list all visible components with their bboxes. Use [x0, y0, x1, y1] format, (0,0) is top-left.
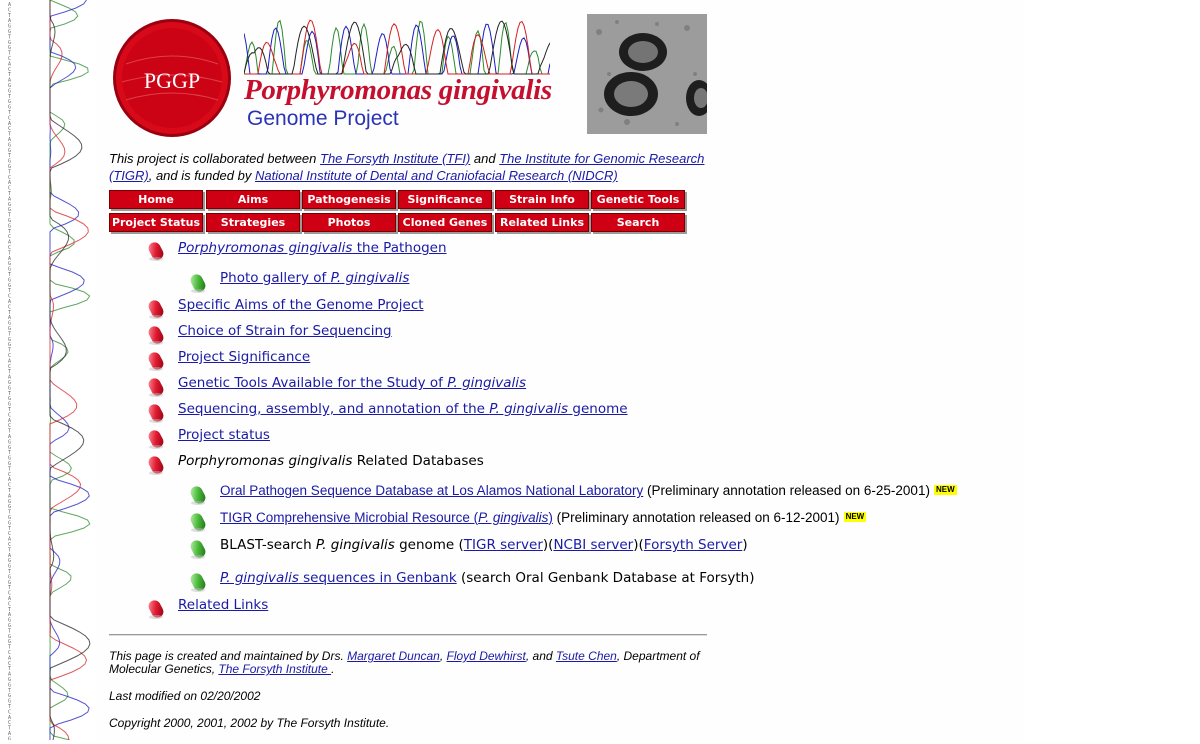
green-pill-bullet-icon	[189, 571, 207, 593]
list-item-significance: Project Significance	[178, 349, 310, 365]
new-badge: NEW	[843, 512, 867, 522]
blast-forsyth-server-link[interactable]: Forsyth Server	[644, 537, 743, 553]
pathogen-link[interactable]: Porphyromonas gingivalis the Pathogen	[178, 240, 447, 256]
maintainers-statement: This page is created and maintained by D…	[109, 649, 700, 676]
list-item-related-links: Related Links	[178, 597, 268, 613]
nav-strategies-button[interactable]: Strategies	[206, 213, 300, 232]
strip-wave	[49, 0, 91, 741]
list-item-aims: Specific Aims of the Genome Project	[178, 297, 424, 313]
red-pill-bullet-icon	[147, 298, 165, 320]
genbank-sequences-link[interactable]: P. gingivalis sequences in Genbank	[220, 570, 457, 586]
chromatogram-trace	[244, 19, 550, 75]
new-badge: NEW	[933, 485, 957, 495]
logo-text: PGGP	[144, 68, 200, 93]
green-pill-bullet-icon	[189, 272, 207, 294]
duncan-link[interactable]: Margaret Duncan	[347, 649, 440, 663]
nidcr-link[interactable]: National Institute of Dental and Craniof…	[255, 168, 618, 183]
list-item-related-databases: Porphyromonas gingivalis Related Databas…	[178, 453, 484, 469]
nav-cloned-genes-button[interactable]: Cloned Genes	[398, 213, 492, 232]
red-pill-bullet-icon	[147, 428, 165, 450]
footer-forsyth-link[interactable]: The Forsyth Institute	[218, 662, 331, 676]
red-pill-bullet-icon	[147, 324, 165, 346]
list-item-photo-gallery: Photo gallery of P. gingivalis	[220, 270, 409, 286]
list-item-sequencing: Sequencing, assembly, and annotation of …	[178, 401, 628, 417]
red-pill-bullet-icon	[147, 240, 165, 262]
chen-link[interactable]: Tsute Chen	[556, 649, 617, 663]
nav-genetic-tools-button[interactable]: Genetic Tools	[591, 190, 685, 209]
list-item-tigr-cmr: TIGR Comprehensive Microbial Resource (P…	[220, 510, 867, 525]
list-item-genetic-tools: Genetic Tools Available for the Study of…	[178, 375, 526, 391]
nav-strain-info-button[interactable]: Strain Info	[495, 190, 589, 209]
project-status-link[interactable]: Project status	[178, 427, 270, 443]
list-item-project-status: Project status	[178, 427, 270, 443]
photo-gallery-link[interactable]: Photo gallery of P. gingivalis	[220, 270, 409, 286]
nav-photos-button[interactable]: Photos	[302, 213, 396, 232]
collaboration-statement: This project is collaborated between The…	[109, 151, 705, 183]
list-item-genbank: P. gingivalis sequences in Genbank (sear…	[220, 570, 755, 586]
page-subtitle: Genome Project	[247, 107, 399, 130]
chromatogram-strip: ACTAGGTGGTCACTAGGTGGTCACTAGGTGGTCACTAGGT…	[0, 0, 96, 744]
red-pill-bullet-icon	[147, 402, 165, 424]
dewhirst-link[interactable]: Floyd Dewhirst	[447, 649, 526, 663]
blast-ncbi-server-link[interactable]: NCBI server	[553, 537, 633, 553]
red-pill-bullet-icon	[147, 376, 165, 398]
nav-significance-button[interactable]: Significance	[398, 190, 492, 209]
trace-wave	[244, 23, 550, 75]
nav-project-status-button[interactable]: Project Status	[109, 213, 203, 232]
nav-home-button[interactable]: Home	[109, 190, 203, 209]
page-title: Porphyromonas gingivalis	[244, 74, 552, 106]
nav-aims-button[interactable]: Aims	[206, 190, 300, 209]
strip-wave	[49, 0, 89, 741]
sequencing-link[interactable]: Sequencing, assembly, and annotation of …	[178, 401, 628, 417]
list-item-blast-search: BLAST-search P. gingivalis genome (TIGR …	[220, 537, 748, 553]
red-pill-bullet-icon	[147, 454, 165, 476]
related-links-link[interactable]: Related Links	[178, 597, 268, 613]
genetic-tools-link[interactable]: Genetic Tools Available for the Study of…	[178, 375, 526, 391]
nav-search-button[interactable]: Search	[591, 213, 685, 232]
copyright: Copyright 2000, 2001, 2002 by The Forsyt…	[109, 716, 390, 730]
list-item-strain: Choice of Strain for Sequencing	[178, 323, 392, 339]
specific-aims-link[interactable]: Specific Aims of the Genome Project	[178, 297, 424, 313]
forsyth-institute-link[interactable]: The Forsyth Institute (TFI)	[320, 151, 470, 166]
list-item-oral-pathogen-db: Oral Pathogen Sequence Database at Los A…	[220, 483, 957, 498]
nav-related-links-button[interactable]: Related Links	[495, 213, 589, 232]
blast-tigr-server-link[interactable]: TIGR server	[464, 537, 543, 553]
last-modified: Last modified on 02/20/2002	[109, 689, 261, 703]
strip-wave	[49, 0, 91, 741]
green-pill-bullet-icon	[189, 511, 207, 533]
tigr-cmr-link[interactable]: TIGR Comprehensive Microbial Resource (P…	[220, 510, 553, 525]
strain-choice-link[interactable]: Choice of Strain for Sequencing	[178, 323, 392, 339]
project-significance-link[interactable]: Project Significance	[178, 349, 310, 365]
strip-wave	[49, 0, 90, 740]
green-pill-bullet-icon	[189, 484, 207, 506]
bacteria-micrograph	[587, 14, 707, 134]
strip-base-letter: G	[8, 736, 11, 740]
green-pill-bullet-icon	[189, 538, 207, 560]
red-pill-bullet-icon	[147, 598, 165, 620]
content-area	[96, 0, 1024, 740]
footer-divider	[109, 634, 707, 636]
chromatogram-strip-graphic: ACTAGGTGGTCACTAGGTGGTCACTAGGTGGTCACTAGGT…	[8, 0, 91, 744]
right-margin	[1024, 0, 1200, 740]
trace-wave	[244, 19, 550, 75]
list-item-pathogen: Porphyromonas gingivalis the Pathogen	[178, 240, 447, 256]
nav-pathogenesis-button[interactable]: Pathogenesis	[302, 190, 396, 209]
oral-pathogen-db-link[interactable]: Oral Pathogen Sequence Database at Los A…	[220, 483, 643, 498]
red-pill-bullet-icon	[147, 350, 165, 372]
pggp-logo: PGGP	[113, 19, 231, 137]
